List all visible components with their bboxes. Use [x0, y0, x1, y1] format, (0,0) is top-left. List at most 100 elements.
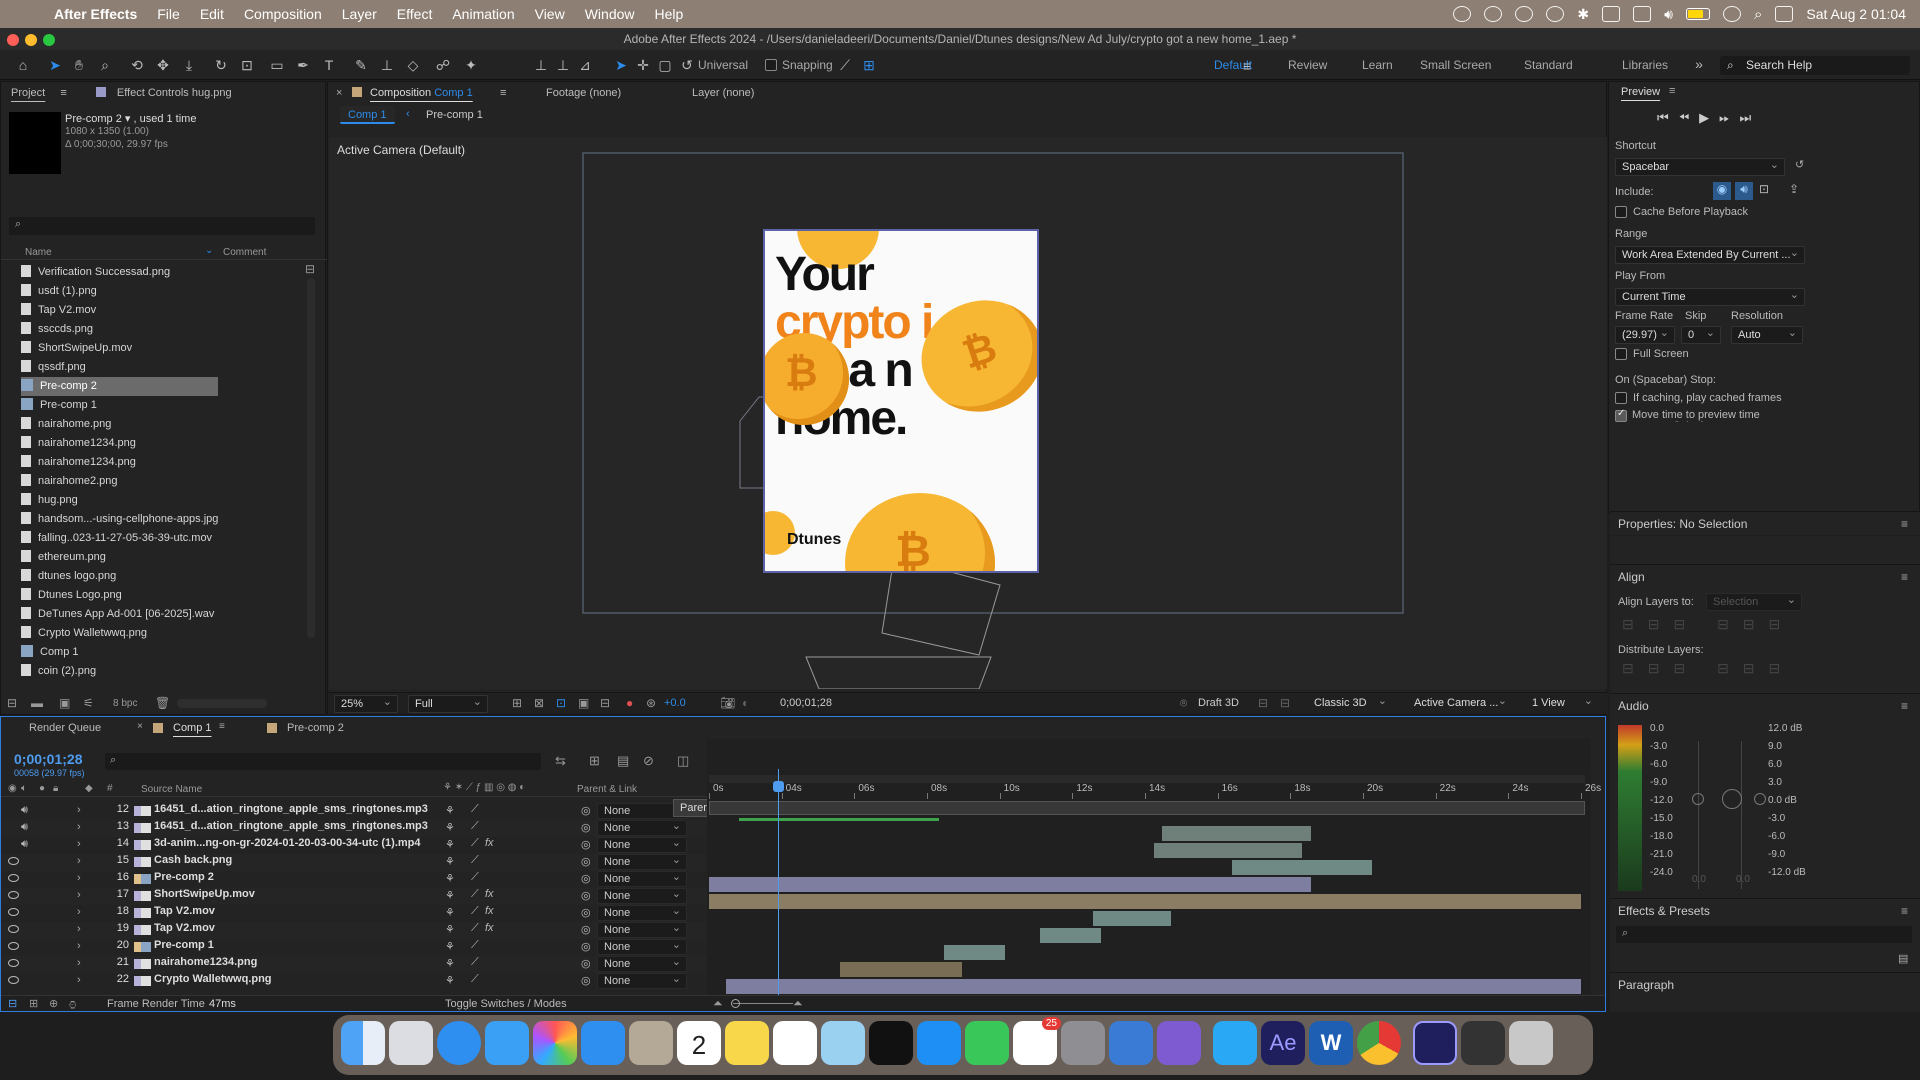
- layer-duration-bar[interactable]: [839, 962, 962, 977]
- layer-duration-bar[interactable]: [1092, 911, 1172, 926]
- menu-edit[interactable]: Edit: [190, 6, 234, 22]
- project-item[interactable]: nairahome.png: [21, 415, 301, 434]
- finder-icon[interactable]: [341, 1021, 385, 1065]
- video-toggle-icon[interactable]: ◉: [8, 783, 17, 794]
- tab-composition[interactable]: Composition Comp 1: [370, 82, 473, 104]
- expand-chevron-icon[interactable]: ›: [77, 906, 81, 918]
- if-caching-checkbox[interactable]: [1615, 392, 1627, 404]
- project-item[interactable]: Tap V2.mov: [21, 301, 301, 320]
- next-frame-icon[interactable]: ⏩︎: [1719, 110, 1739, 125]
- rotation-tool-icon[interactable]: ↻: [212, 56, 230, 74]
- after-effects-file-icon[interactable]: [1413, 1021, 1457, 1065]
- fx-icon[interactable]: fx: [485, 905, 494, 917]
- control-center-icon[interactable]: [1775, 6, 1794, 22]
- parent-dropdown[interactable]: None: [597, 853, 687, 870]
- transfer-controls-icon[interactable]: ⊞: [29, 997, 38, 1010]
- composition-viewer[interactable]: Active Camera (Default) Your crypto i t …: [329, 137, 1607, 689]
- prev-frame-icon[interactable]: ⏪︎: [1679, 110, 1699, 125]
- project-h-scrollbar[interactable]: [177, 699, 267, 708]
- resolution-dropdown[interactable]: Full: [408, 694, 488, 713]
- eye-icon[interactable]: [8, 959, 19, 967]
- timeline-timecode[interactable]: 0;00;01;28: [14, 751, 83, 767]
- notes-icon[interactable]: [725, 1021, 769, 1065]
- parent-dropdown[interactable]: None: [597, 887, 687, 904]
- guides-icon[interactable]: ⊟: [600, 696, 610, 710]
- time-navigator[interactable]: [709, 801, 1585, 815]
- more-workspaces-icon[interactable]: »: [1690, 55, 1708, 73]
- podcasts-icon[interactable]: [1157, 1021, 1201, 1065]
- home-icon[interactable]: ⌂: [14, 56, 32, 74]
- zoom-in-icon[interactable]: ⏶: [793, 996, 803, 1011]
- channel-icon[interactable]: ●: [626, 696, 633, 710]
- parent-dropdown[interactable]: None: [597, 938, 687, 955]
- exposure-value[interactable]: +0.0: [664, 697, 686, 709]
- align-to-dropdown[interactable]: Selection: [1706, 592, 1802, 611]
- panel-menu-icon[interactable]: ≡: [60, 87, 66, 99]
- expand-chevron-icon[interactable]: ›: [77, 821, 81, 833]
- parent-pickwhip-icon[interactable]: ◎: [581, 923, 591, 936]
- effects-search-input[interactable]: ⌕: [1616, 926, 1912, 943]
- column-parent-link[interactable]: Parent & Link: [577, 784, 637, 795]
- quality-switch-icon[interactable]: ⟋: [471, 837, 479, 850]
- layer-row[interactable]: › 15 Cash back.png ⚘ ⟋ ◎ None: [1, 853, 707, 871]
- shy-switch-icon[interactable]: ⚘: [445, 821, 455, 834]
- include-audio-icon[interactable]: 🔊︎: [1735, 182, 1753, 200]
- close-window-button[interactable]: [7, 34, 19, 46]
- close-tab-icon[interactable]: ×: [336, 82, 342, 104]
- menu-layer[interactable]: Layer: [332, 6, 387, 22]
- audio-icon[interactable]: 🔊︎: [21, 821, 28, 834]
- audio-menu-icon[interactable]: ≡: [1901, 694, 1908, 718]
- resolution-preview-dropdown[interactable]: Auto: [1731, 325, 1803, 344]
- rotate-gizmo-icon[interactable]: ↺: [678, 56, 696, 74]
- shy-switch-icon[interactable]: ⚘: [445, 889, 455, 902]
- audio-icon[interactable]: 🔊︎: [21, 804, 28, 817]
- draft-3d-toggle[interactable]: Draft 3D: [1198, 697, 1239, 709]
- label-column-icon[interactable]: ◆: [85, 783, 93, 794]
- audio-icon[interactable]: 🔊︎: [21, 838, 28, 851]
- fx-icon[interactable]: fx: [485, 922, 494, 934]
- control-center-link-icon[interactable]: [1722, 6, 1741, 22]
- full-screen-checkbox[interactable]: [1615, 348, 1627, 360]
- project-item[interactable]: handsom...-using-cellphone-apps.jpg: [21, 510, 301, 529]
- photos-icon[interactable]: [533, 1021, 577, 1065]
- layer-source-name[interactable]: Tap V2.mov: [154, 922, 215, 934]
- quality-switch-icon[interactable]: ⟋: [471, 905, 479, 918]
- move-gizmo-icon[interactable]: ✛: [634, 56, 652, 74]
- mail-icon[interactable]: [581, 1021, 625, 1065]
- zoom-out-icon[interactable]: ⏶: [713, 996, 723, 1011]
- project-item[interactable]: nairahome1234.png: [21, 434, 301, 453]
- new-comp-icon[interactable]: ▣: [59, 696, 70, 710]
- parent-pickwhip-icon[interactable]: ◎: [581, 855, 591, 868]
- adjust-icon[interactable]: ⚟: [83, 696, 94, 710]
- layer-row[interactable]: 🔊︎ › 13 16451_d...ation_ringtone_apple_sms_…: [1, 819, 707, 837]
- include-export-icon[interactable]: ⇪: [1789, 182, 1799, 196]
- last-frame-icon[interactable]: ⏭: [1740, 110, 1762, 125]
- shy-switch-icon[interactable]: ⚘: [445, 804, 455, 817]
- time-ruler[interactable]: 0s 04s 06s 08s 10s 12s 14s 16s 18s 20s 22s 24s 26s: [707, 781, 1601, 801]
- render-time-icon[interactable]: ⌚︎: [67, 997, 78, 1013]
- layer-duration-bar[interactable]: [1162, 826, 1311, 841]
- workspace-standard[interactable]: Standard: [1524, 58, 1573, 72]
- expand-chevron-icon[interactable]: ›: [77, 889, 81, 901]
- graph-editor-icon[interactable]: ◫: [677, 753, 689, 769]
- solo-toggle-icon[interactable]: ●: [39, 783, 45, 794]
- eye-icon[interactable]: [8, 976, 19, 984]
- shy-switch-icon[interactable]: ⚘: [445, 974, 455, 987]
- quality-switch-icon[interactable]: ⟋: [471, 820, 479, 833]
- viewer-timecode[interactable]: 0;00;01;28: [780, 697, 832, 709]
- reset-exposure-icon[interactable]: ⊛: [646, 696, 656, 710]
- quality-switch-icon[interactable]: ⟋: [471, 939, 479, 952]
- local-axis-icon[interactable]: ⊥: [532, 56, 550, 74]
- quality-switch-icon[interactable]: ⟋: [471, 888, 479, 901]
- project-item[interactable]: Pre-comp 2: [21, 377, 218, 396]
- effects-menu-icon[interactable]: ≡: [1901, 899, 1908, 923]
- layer-source-name[interactable]: 16451_d...ation_ringtone_apple_sms_ringt…: [154, 820, 428, 832]
- workspace-small-screen[interactable]: Small Screen: [1420, 58, 1491, 72]
- shy-switch-icon[interactable]: ⚘: [445, 838, 455, 851]
- volume-icon[interactable]: 🔊︎: [1664, 6, 1673, 23]
- app-store-icon[interactable]: [917, 1021, 961, 1065]
- playhead-handle[interactable]: [773, 781, 784, 792]
- parent-dropdown[interactable]: None: [597, 972, 687, 989]
- tab-project[interactable]: Project: [11, 87, 45, 99]
- timeline-v-scrollbar[interactable]: [1593, 791, 1603, 1001]
